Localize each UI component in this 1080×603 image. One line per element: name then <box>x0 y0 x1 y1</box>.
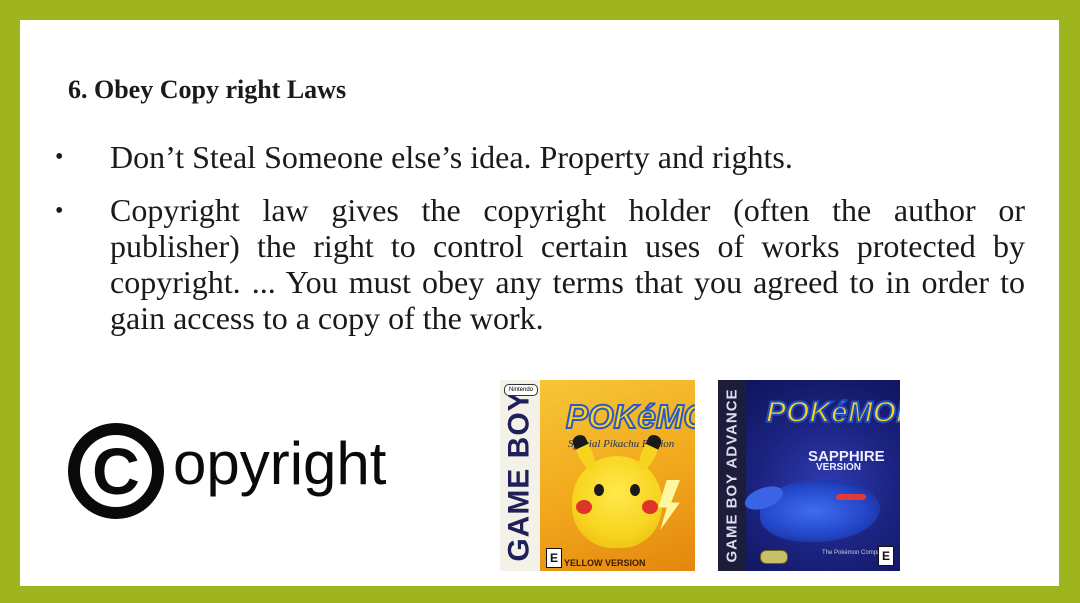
bullet-item: • Don’t Steal Someone else’s idea. Prope… <box>55 138 1025 176</box>
pokemon-sapphire-box-art: GAME BOY ADVANCE POKéMON SAPPHIRE VERSIO… <box>718 380 900 571</box>
nintendo-seal-icon <box>760 550 788 564</box>
spine-label: GAME BOY ADVANCE <box>723 388 741 563</box>
lightning-bolt-icon <box>658 480 680 530</box>
pokemon-yellow-box-art: GAME BOY Nintendo POKéMON Special Pikach… <box>500 380 695 571</box>
spine-label: GAME BOY <box>503 389 537 562</box>
copyright-word: opyright <box>173 430 387 497</box>
pikachu-illustration <box>570 432 664 548</box>
esrb-rating-badge: E <box>546 548 562 568</box>
kyogre-illustration <box>760 480 880 542</box>
pokemon-logo: POKéMON <box>565 397 695 436</box>
bullet-item: • Copyright law gives the copyright hold… <box>55 192 1025 336</box>
slide: 6. Obey Copy right Laws • Don’t Steal So… <box>20 20 1059 586</box>
nintendo-badge: Nintendo <box>504 384 538 396</box>
pokemon-logo: POKéMON <box>765 395 900 430</box>
slide-title: 6. Obey Copy right Laws <box>68 75 347 104</box>
copyright-symbol-letter: C <box>92 434 140 508</box>
company-label: The Pokémon Company <box>822 550 887 556</box>
game-boy-spine: GAME BOY <box>500 380 540 571</box>
bullet-text: Copyright law gives the copyright holder… <box>110 192 1025 336</box>
version-label: YELLOW VERSION <box>564 558 646 568</box>
game-boy-advance-spine: GAME BOY ADVANCE <box>718 380 746 571</box>
esrb-rating-badge: E <box>878 546 894 566</box>
bullet-text: Don’t Steal Someone else’s idea. Propert… <box>110 139 793 175</box>
bullet-marker: • <box>55 144 64 170</box>
version-label: VERSION <box>816 462 862 473</box>
bullet-list: • Don’t Steal Someone else’s idea. Prope… <box>55 138 1025 336</box>
copyright-logo: C opyright <box>68 415 418 535</box>
bullet-marker: • <box>55 198 64 224</box>
